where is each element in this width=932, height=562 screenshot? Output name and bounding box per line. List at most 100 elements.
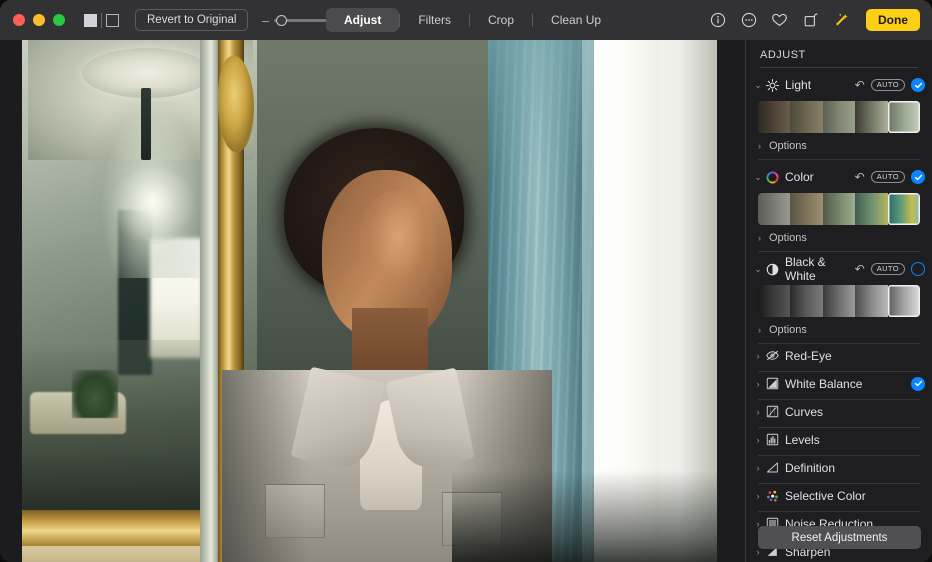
photo-teal-curtain-highlight — [488, 40, 594, 180]
variation-thumbnail[interactable] — [790, 193, 822, 225]
reset-section-icon[interactable]: ↶ — [855, 263, 865, 275]
adjust-sidebar: ADJUST ⌄Light↶AUTO›Options⌄Color↶AUTO›Op… — [745, 40, 932, 562]
variation-thumbnail[interactable] — [823, 193, 855, 225]
photo-canvas[interactable] — [0, 40, 745, 562]
more-options-icon[interactable] — [740, 12, 757, 29]
chevron-right-icon[interactable]: › — [752, 379, 764, 389]
variation-strip-color[interactable] — [758, 193, 920, 225]
tab-filters[interactable]: Filters — [400, 8, 469, 32]
photos-edit-window: Revert to Original – + AdjustFiltersCrop… — [0, 0, 932, 562]
adjustment-row-curves[interactable]: › Curves — [746, 400, 932, 423]
variation-thumbnail[interactable] — [888, 193, 920, 225]
zoom-button[interactable] — [53, 14, 65, 26]
auto-button[interactable]: AUTO — [871, 171, 905, 184]
variation-thumbnail[interactable] — [888, 101, 920, 133]
chevron-right-icon[interactable]: › — [758, 325, 769, 335]
options-disclosure-color[interactable]: ›Options — [746, 228, 932, 247]
chevron-right-icon[interactable]: › — [752, 463, 764, 473]
divider — [758, 251, 920, 252]
eye-slash-icon — [764, 348, 781, 364]
chevron-right-icon[interactable]: › — [752, 435, 764, 445]
info-icon[interactable] — [709, 12, 726, 29]
chevron-down-icon[interactable]: ⌄ — [752, 172, 764, 183]
section-toggle-on[interactable] — [911, 170, 925, 184]
reset-adjustments-button[interactable]: Reset Adjustments — [758, 526, 921, 549]
adjustment-label: Selective Color — [785, 489, 925, 503]
split-view-icon[interactable] — [84, 14, 97, 27]
white-balance-icon — [764, 376, 781, 392]
zoom-slider-knob[interactable] — [276, 15, 287, 26]
chevron-down-icon[interactable]: ⌄ — [752, 80, 764, 91]
edit-mode-tabs: AdjustFiltersCropClean Up — [326, 8, 619, 32]
variation-strip-black-and-white[interactable] — [758, 285, 920, 317]
definition-triangle-icon — [764, 460, 781, 476]
toolbar-right-actions: Done — [709, 0, 920, 40]
adjustment-row-red-eye[interactable]: › Red-Eye — [746, 344, 932, 367]
chevron-right-icon[interactable]: › — [758, 233, 769, 243]
variation-strip-light[interactable] — [758, 101, 920, 133]
options-label: Options — [769, 324, 807, 336]
chevron-right-icon[interactable]: › — [758, 141, 769, 151]
adjustment-row-definition[interactable]: ›Definition — [746, 456, 932, 479]
variation-thumbnail[interactable] — [888, 285, 920, 317]
single-view-icon[interactable] — [106, 14, 119, 27]
toolbar: Revert to Original – + AdjustFiltersCrop… — [0, 0, 932, 40]
variation-thumbnail[interactable] — [855, 193, 887, 225]
variation-thumbnail[interactable] — [790, 101, 822, 133]
reset-section-icon[interactable]: ↶ — [855, 171, 865, 183]
reset-section-icon[interactable]: ↶ — [855, 79, 865, 91]
edited-photo[interactable] — [22, 40, 717, 562]
variation-thumbnail[interactable] — [758, 101, 790, 133]
adjustment-row-white-balance[interactable]: ›White Balance — [746, 372, 932, 395]
adjustment-controls — [911, 377, 932, 391]
contrast-circle-icon — [764, 261, 781, 277]
section-controls: ↶ AUTO — [855, 78, 932, 92]
tab-adjust[interactable]: Adjust — [326, 8, 399, 32]
variation-thumbnail[interactable] — [855, 101, 887, 133]
section-toggle-on[interactable] — [911, 78, 925, 92]
done-button[interactable]: Done — [866, 9, 920, 31]
chevron-right-icon[interactable]: › — [752, 491, 764, 501]
section-header-color[interactable]: ⌄Color↶AUTO — [746, 166, 932, 188]
chevron-right-icon[interactable]: › — [752, 351, 764, 361]
auto-enhance-wand-icon[interactable] — [833, 12, 850, 29]
options-disclosure-black-and-white[interactable]: ›Options — [746, 320, 932, 339]
favorite-heart-icon[interactable] — [771, 12, 788, 29]
options-disclosure-light[interactable]: ›Options — [746, 136, 932, 155]
section-header-light[interactable]: ⌄Light↶AUTO — [746, 74, 932, 96]
view-mode-toggle[interactable] — [84, 13, 119, 28]
divider — [758, 159, 920, 160]
divider — [101, 13, 102, 28]
photo-bottom-shadow — [452, 470, 717, 562]
variation-thumbnail[interactable] — [758, 193, 790, 225]
photo-plant — [72, 370, 118, 418]
zoom-out-icon[interactable]: – — [261, 14, 269, 27]
adjustment-row-selective-color[interactable]: › Selective Color — [746, 484, 932, 507]
section-controls: ↶ AUTO — [855, 170, 932, 184]
adjustment-label: Curves — [785, 405, 925, 419]
selective-color-dots-icon — [764, 488, 781, 504]
rotate-icon[interactable] — [802, 12, 819, 29]
variation-thumbnail[interactable] — [790, 285, 822, 317]
auto-button[interactable]: AUTO — [871, 263, 905, 276]
adjustment-toggle-on[interactable] — [911, 377, 925, 391]
adjustment-label: Levels — [785, 433, 925, 447]
auto-button[interactable]: AUTO — [871, 79, 905, 92]
variation-thumbnail[interactable] — [823, 285, 855, 317]
section-toggle-off[interactable] — [911, 262, 925, 276]
section-label: Black & White — [785, 255, 855, 283]
minimize-button[interactable] — [33, 14, 45, 26]
adjustment-label: Red-Eye — [785, 349, 925, 363]
section-header-black-and-white[interactable]: ⌄ Black & White↶ AUTO — [746, 258, 932, 280]
variation-thumbnail[interactable] — [855, 285, 887, 317]
close-button[interactable] — [13, 14, 25, 26]
curves-icon — [764, 404, 781, 420]
revert-to-original-button[interactable]: Revert to Original — [135, 9, 248, 31]
adjustment-row-levels[interactable]: › Levels — [746, 428, 932, 451]
chevron-down-icon[interactable]: ⌄ — [752, 264, 764, 275]
variation-thumbnail[interactable] — [823, 101, 855, 133]
tab-clean-up[interactable]: Clean Up — [533, 8, 619, 32]
tab-crop[interactable]: Crop — [470, 8, 532, 32]
variation-thumbnail[interactable] — [758, 285, 790, 317]
chevron-right-icon[interactable]: › — [752, 407, 764, 417]
